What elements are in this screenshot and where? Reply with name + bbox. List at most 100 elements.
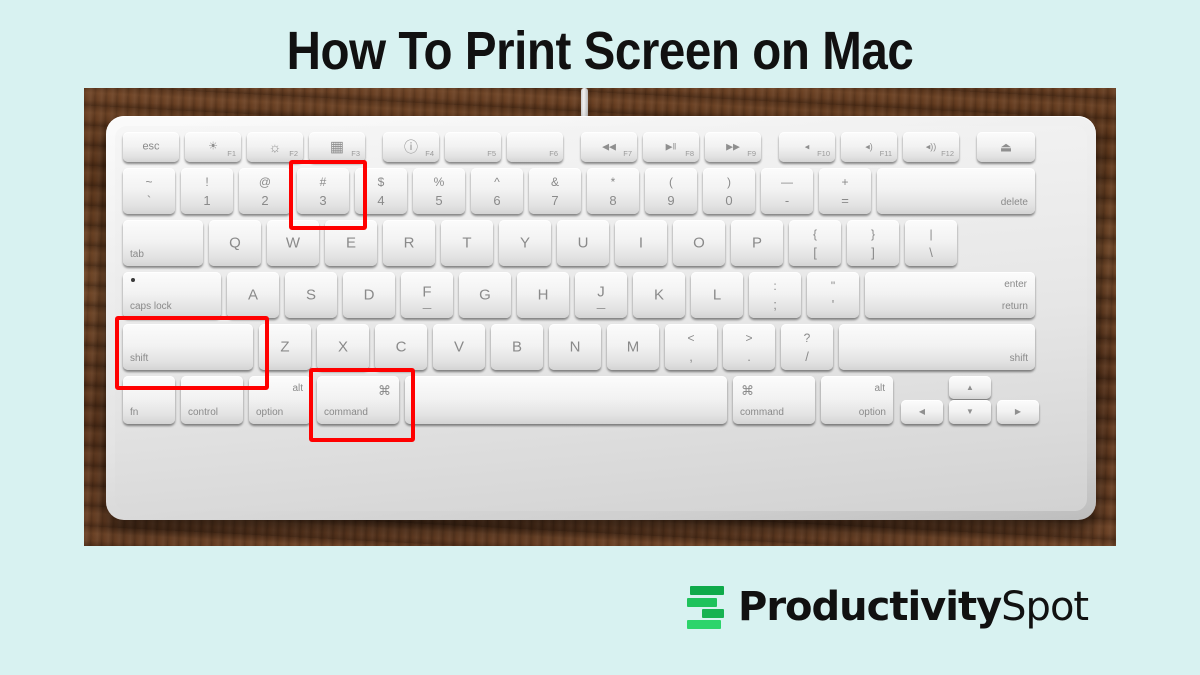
key-command-left[interactable]: ⌘ command <box>317 376 399 424</box>
key-v[interactable]: V <box>433 324 485 370</box>
key-3[interactable]: # 3 <box>297 168 349 214</box>
key-g[interactable]: G <box>459 272 511 318</box>
arrow-up-icon: ▲ <box>966 382 974 392</box>
key-t[interactable]: T <box>441 220 493 266</box>
key-j-label: J <box>597 283 605 301</box>
key-esc[interactable]: esc <box>123 132 179 162</box>
key-backtick[interactable]: ~ ` <box>123 168 175 214</box>
key-f[interactable]: F <box>401 272 453 318</box>
key-p[interactable]: P <box>731 220 783 266</box>
key-z[interactable]: Z <box>259 324 311 370</box>
home-row-bump-icon <box>422 307 432 309</box>
key-0-shift-label: ) <box>727 175 731 189</box>
key-f1[interactable]: ☀ F1 <box>185 132 241 162</box>
key-9[interactable]: ( 9 <box>645 168 697 214</box>
key-q[interactable]: Q <box>209 220 261 266</box>
key-option-right-alt-label: alt <box>874 383 885 394</box>
key-o[interactable]: O <box>673 220 725 266</box>
key-equals[interactable]: + = <box>819 168 871 214</box>
key-0[interactable]: ) 0 <box>703 168 755 214</box>
key-j[interactable]: J <box>575 272 627 318</box>
key-period[interactable]: > . <box>723 324 775 370</box>
key-a[interactable]: A <box>227 272 279 318</box>
key-bracket-left[interactable]: { [ <box>789 220 841 266</box>
key-f12[interactable]: ◂)) F12 <box>903 132 959 162</box>
key-minus[interactable]: — - <box>761 168 813 214</box>
key-delete[interactable]: delete <box>877 168 1035 214</box>
key-5-shift-label: % <box>433 175 445 189</box>
key-4[interactable]: $ 4 <box>355 168 407 214</box>
key-s[interactable]: S <box>285 272 337 318</box>
arrow-down-icon: ▼ <box>966 407 974 416</box>
key-comma[interactable]: < , <box>665 324 717 370</box>
key-option-right[interactable]: alt option <box>821 376 893 424</box>
key-d-label: D <box>363 286 375 304</box>
key-e[interactable]: E <box>325 220 377 266</box>
key-f3[interactable]: ▦ F3 <box>309 132 365 162</box>
key-5[interactable]: % 5 <box>413 168 465 214</box>
key-shift-left[interactable]: shift <box>123 324 253 370</box>
key-l[interactable]: L <box>691 272 743 318</box>
key-f11[interactable]: ◂) F11 <box>841 132 897 162</box>
key-7[interactable]: & 7 <box>529 168 581 214</box>
key-fn[interactable]: fn <box>123 376 175 424</box>
command-symbol-icon: ⌘ <box>378 383 391 398</box>
key-bracket-left-label: [ <box>813 245 817 260</box>
key-return[interactable]: enter return <box>865 272 1035 318</box>
key-f12-label: F12 <box>941 149 954 158</box>
key-n-label: N <box>569 338 581 356</box>
key-quote-label: ' <box>831 297 835 312</box>
key-shift-right[interactable]: shift <box>839 324 1035 370</box>
key-1[interactable]: ! 1 <box>181 168 233 214</box>
key-option-left-alt-label: alt <box>292 383 303 394</box>
key-arrow-left[interactable]: ◀ <box>901 400 943 424</box>
key-6[interactable]: ^ 6 <box>471 168 523 214</box>
key-n[interactable]: N <box>549 324 601 370</box>
key-tab[interactable]: tab <box>123 220 203 266</box>
key-m[interactable]: M <box>607 324 659 370</box>
key-command-right[interactable]: ⌘ command <box>733 376 815 424</box>
key-bracket-right[interactable]: } ] <box>847 220 899 266</box>
key-arrow-down[interactable]: ▼ <box>949 400 991 424</box>
key-backtick-label: ` <box>146 193 152 208</box>
key-8-shift-label: * <box>610 175 616 189</box>
key-quote[interactable]: " ' <box>807 272 859 318</box>
key-u[interactable]: U <box>557 220 609 266</box>
key-arrow-right[interactable]: ▶ <box>997 400 1039 424</box>
key-f5[interactable]: F5 <box>445 132 501 162</box>
brand-logo[interactable]: ProductivitySpot <box>682 583 1089 631</box>
key-f10[interactable]: ◂ F10 <box>779 132 835 162</box>
key-f4[interactable]: ⓘ F4 <box>383 132 439 162</box>
key-slash[interactable]: ? / <box>781 324 833 370</box>
key-i[interactable]: I <box>615 220 667 266</box>
key-r-label: R <box>403 234 415 252</box>
key-backslash[interactable]: | \ <box>905 220 957 266</box>
key-k[interactable]: K <box>633 272 685 318</box>
key-b[interactable]: B <box>491 324 543 370</box>
key-eject[interactable]: ⏏ <box>977 132 1035 162</box>
key-space[interactable] <box>405 376 727 424</box>
key-caps-lock[interactable]: caps lock <box>123 272 221 318</box>
key-2[interactable]: @ 2 <box>239 168 291 214</box>
key-c[interactable]: C <box>375 324 427 370</box>
key-f8[interactable]: ▶‖ F8 <box>643 132 699 162</box>
key-r[interactable]: R <box>383 220 435 266</box>
key-w[interactable]: W <box>267 220 319 266</box>
key-y[interactable]: Y <box>499 220 551 266</box>
key-f6[interactable]: F6 <box>507 132 563 162</box>
key-arrow-up[interactable]: ▲ <box>949 376 991 399</box>
key-semicolon[interactable]: : ; <box>749 272 801 318</box>
key-control[interactable]: control <box>181 376 243 424</box>
key-8[interactable]: * 8 <box>587 168 639 214</box>
key-option-left[interactable]: alt option <box>249 376 311 424</box>
key-bracket-right-label: ] <box>871 245 875 260</box>
key-f7[interactable]: ◀◀ F7 <box>581 132 637 162</box>
key-a-label: A <box>247 286 258 304</box>
key-x[interactable]: X <box>317 324 369 370</box>
key-question-label: ? <box>803 331 811 345</box>
key-f2[interactable]: ☼ F2 <box>247 132 303 162</box>
key-h[interactable]: H <box>517 272 569 318</box>
key-f9[interactable]: ▶▶ F9 <box>705 132 761 162</box>
key-d[interactable]: D <box>343 272 395 318</box>
arrow-left-icon: ◀ <box>918 407 926 416</box>
